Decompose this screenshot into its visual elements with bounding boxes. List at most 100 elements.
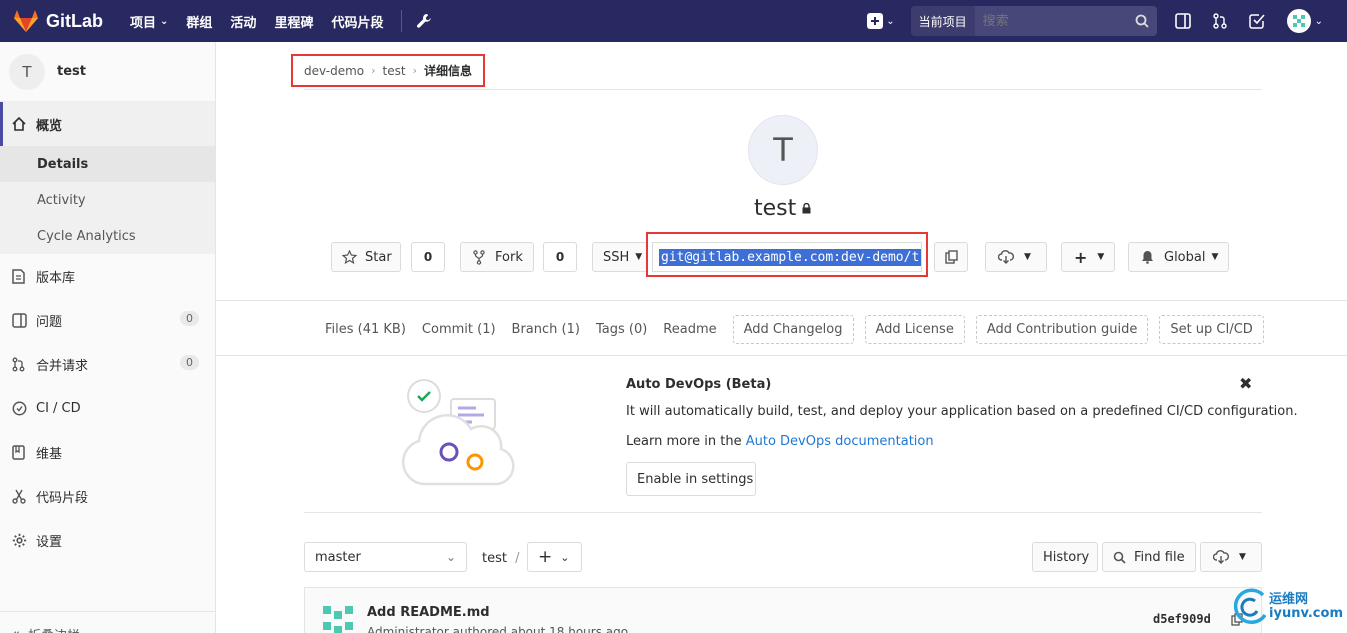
nav-snippets-label: 代码片段 <box>331 15 384 31</box>
fork-button[interactable]: Fork <box>460 242 534 272</box>
protocol-label: SSH <box>603 249 630 265</box>
chevron-down-icon: ⌄ <box>445 550 456 564</box>
settings-icon <box>12 533 30 548</box>
breadcrumb-project[interactable]: test <box>383 64 406 78</box>
add-license-button[interactable]: Add License <box>864 315 965 344</box>
plus-square-icon <box>867 13 884 29</box>
sidebar-item-wiki[interactable]: 维基 <box>0 430 215 474</box>
sidebar-item-repository[interactable]: 版本库 <box>0 254 215 298</box>
watermark-swirl-icon <box>1233 588 1267 624</box>
tree-add-dropdown[interactable]: + ⌄ <box>527 542 582 572</box>
fork-icon <box>473 249 485 265</box>
merge-requests-icon[interactable] <box>1212 13 1227 29</box>
commit-sha[interactable]: d5ef909d <box>1153 612 1211 626</box>
star-button[interactable]: Star <box>331 242 401 272</box>
chevron-down-icon: ⌄ <box>160 15 169 27</box>
commit-message[interactable]: Add README.md <box>367 605 490 620</box>
repository-icon <box>12 268 30 284</box>
add-changelog-button[interactable]: Add Changelog <box>732 315 854 344</box>
sidebar-item-label: 概览 <box>36 118 63 134</box>
chevron-right-icon: › <box>371 64 376 77</box>
chevron-down-icon: ⌄ <box>886 15 895 27</box>
sidebar-item-label: 设置 <box>36 534 63 550</box>
sidebar-item-issues[interactable]: 问题 0 <box>0 298 215 342</box>
clone-url-text: git@gitlab.example.com:dev-demo/t <box>659 248 921 266</box>
search-box[interactable]: 当前项目 <box>910 6 1157 36</box>
setup-cicd-button[interactable]: Set up CI/CD <box>1159 315 1264 344</box>
gitlab-logo[interactable]: GitLab <box>14 10 103 32</box>
search-input[interactable] <box>974 6 1135 36</box>
sidebar-toggle-icon[interactable] <box>1174 13 1191 29</box>
nav-milestones[interactable]: 里程碑 <box>274 10 313 32</box>
admin-wrench-icon[interactable] <box>416 10 432 32</box>
sidebar-subitem-details[interactable]: Details <box>0 146 215 182</box>
tree-download-dropdown[interactable]: ▼ <box>1200 542 1262 572</box>
sidebar-item-label: 版本库 <box>36 270 76 286</box>
divider <box>304 512 1262 513</box>
stat-commits[interactable]: Commit (1) <box>422 322 496 337</box>
new-dropdown[interactable]: ⌄ <box>867 13 895 29</box>
sidebar-item-label: 代码片段 <box>36 490 89 506</box>
breadcrumb: dev-demo › test › 详细信息 <box>291 54 485 87</box>
close-icon[interactable]: ✖ <box>1239 374 1252 393</box>
find-file-button[interactable]: Find file <box>1102 542 1196 572</box>
sidebar-item-settings[interactable]: 设置 <box>0 518 215 562</box>
divider <box>216 355 1347 356</box>
stat-tags[interactable]: Tags (0) <box>596 322 647 337</box>
nav-snippets[interactable]: 代码片段 <box>331 10 383 32</box>
devops-title: Auto DevOps (Beta) <box>626 377 772 392</box>
user-avatar-dropdown[interactable]: ⌄ <box>1286 9 1323 33</box>
caret-down-icon: ▼ <box>635 252 643 262</box>
star-count[interactable]: 0 <box>411 242 445 272</box>
merge-request-icon <box>12 357 30 372</box>
stat-readme[interactable]: Readme <box>663 322 716 337</box>
clone-url-input[interactable]: git@gitlab.example.com:dev-demo/t <box>652 242 922 272</box>
nav-projects[interactable]: 项目 ⌄ <box>130 10 168 32</box>
sidebar-subitem-cycle-analytics[interactable]: Cycle Analytics <box>0 218 215 254</box>
sidebar-item-snippets[interactable]: 代码片段 <box>0 474 215 518</box>
double-chevron-left-icon: « <box>12 627 20 633</box>
commit-author-avatar-icon <box>323 606 353 633</box>
nav-activity[interactable]: 活动 <box>230 10 256 32</box>
history-button[interactable]: History <box>1032 542 1098 572</box>
nav-groups[interactable]: 群组 <box>186 10 212 32</box>
home-icon <box>12 117 30 131</box>
search-scope[interactable]: 当前项目 <box>910 6 975 36</box>
fork-count[interactable]: 0 <box>543 242 577 272</box>
tree-path-project[interactable]: test <box>482 551 507 566</box>
bell-icon <box>1142 251 1153 264</box>
copy-url-button[interactable] <box>934 242 968 272</box>
clone-protocol-dropdown[interactable]: SSH ▼ <box>592 242 648 272</box>
caret-down-icon: ▼ <box>1024 252 1031 262</box>
lock-icon <box>802 203 811 214</box>
branch-select[interactable]: master ⌄ <box>304 542 467 572</box>
nav-activity-label: 活动 <box>230 15 257 31</box>
sidebar-item-overview[interactable]: 概览 <box>0 102 215 146</box>
notification-label: Global <box>1164 249 1206 265</box>
breadcrumb-group[interactable]: dev-demo <box>304 64 364 78</box>
devops-docs-link[interactable]: Auto DevOps documentation <box>746 434 934 449</box>
todos-check-icon[interactable] <box>1248 13 1265 29</box>
sidebar-collapse-button[interactable]: « 折叠边栏 <box>12 625 80 633</box>
new-file-dropdown[interactable]: + ▼ <box>1061 242 1115 272</box>
search-icon <box>1135 14 1149 28</box>
stat-branches[interactable]: Branch (1) <box>512 322 580 337</box>
sidebar-subitem-activity[interactable]: Activity <box>0 182 215 218</box>
nav-groups-label: 群组 <box>186 15 213 31</box>
sidebar-item-label: 维基 <box>36 446 63 462</box>
stat-files[interactable]: Files (41 KB) <box>325 322 406 337</box>
sidebar-project-name: test <box>57 64 86 79</box>
notification-dropdown[interactable]: Global ▼ <box>1128 242 1229 272</box>
sidebar-item-label: 合并请求 <box>36 358 89 374</box>
watermark-logo: 运维网 iyunv.com <box>1233 587 1343 627</box>
project-title: test <box>754 196 811 221</box>
add-contribution-guide-button[interactable]: Add Contribution guide <box>975 315 1149 344</box>
caret-down-icon: ▼ <box>1239 552 1246 562</box>
sidebar-item-cicd[interactable]: CI / CD <box>0 386 215 430</box>
brand-name: GitLab <box>46 10 103 31</box>
enable-in-settings-button[interactable]: Enable in settings <box>626 462 756 496</box>
sidebar-item-merge-requests[interactable]: 合并请求 0 <box>0 342 215 386</box>
sidebar-project-header[interactable]: T test <box>0 42 215 102</box>
sidebar-item-label: CI / CD <box>36 400 81 416</box>
download-dropdown[interactable]: ▼ <box>985 242 1047 272</box>
